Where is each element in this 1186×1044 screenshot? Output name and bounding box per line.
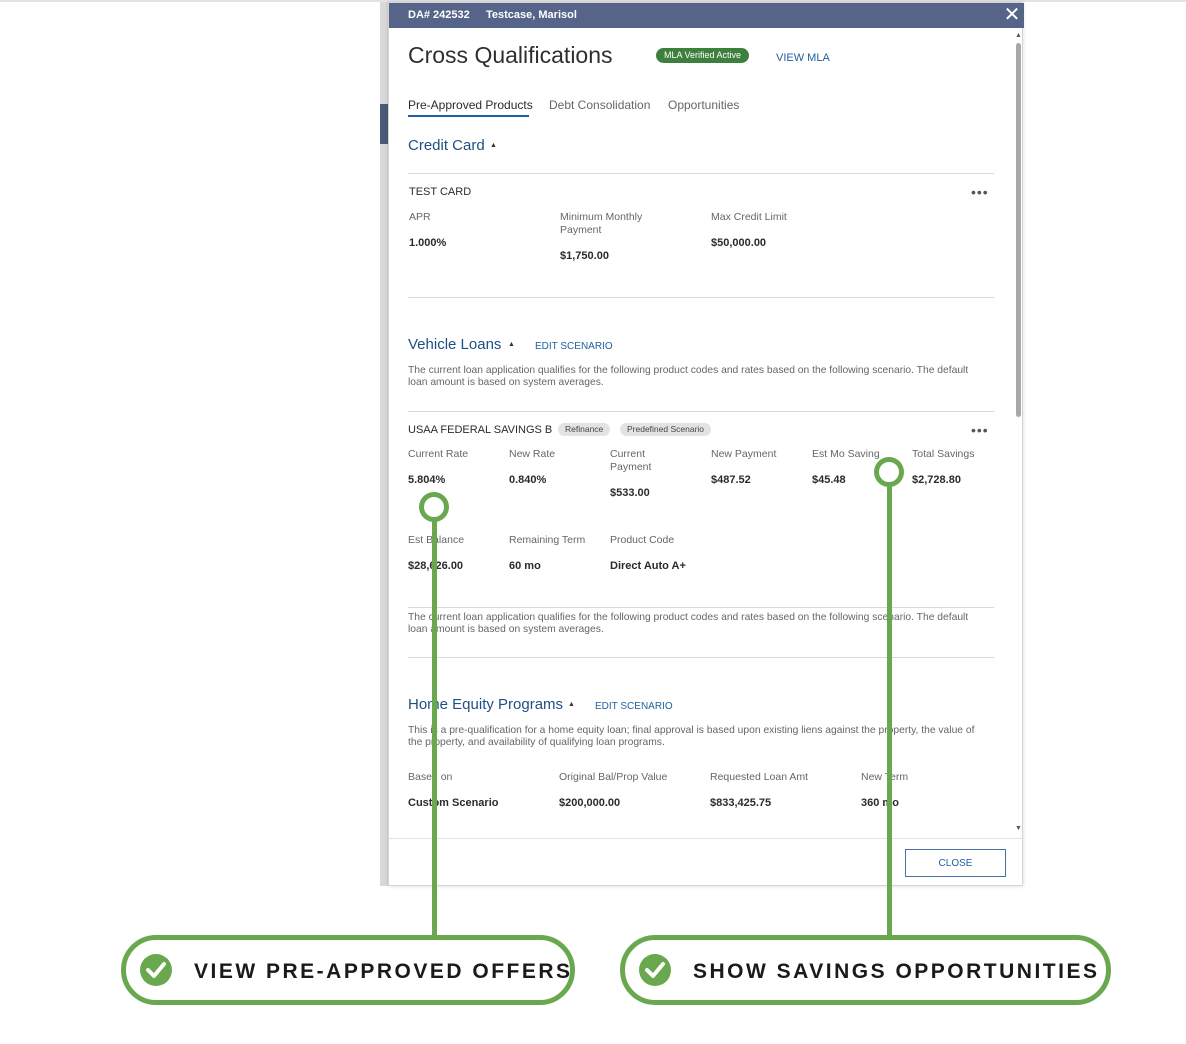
field-label: Product Code <box>610 534 675 546</box>
close-button[interactable]: CLOSE <box>905 849 1006 877</box>
divider <box>408 657 994 658</box>
cross-qualifications-modal: DA# 242532 Testcase, Marisol ✕ Cross Qua… <box>388 2 1024 886</box>
field-value: $50,000.00 <box>711 237 767 249</box>
field-label: Est Mo Saving <box>812 448 880 460</box>
check-circle-icon <box>140 954 172 986</box>
field-value: 5.804% <box>408 474 446 486</box>
field-label: Max Credit Limit <box>711 211 787 223</box>
divider <box>408 607 994 608</box>
field-value: $2,728.80 <box>912 474 961 486</box>
modal-header: DA# 242532 Testcase, Marisol ✕ <box>389 3 1024 28</box>
field-value: $1,750.00 <box>560 250 609 262</box>
field-label: Remaining Term <box>509 534 586 546</box>
field-value: 360 mo <box>861 797 899 809</box>
vehicle-loans-section-title[interactable]: Vehicle Loans <box>408 336 501 353</box>
field-value: $487.52 <box>711 474 751 486</box>
tab-pre-approved-products[interactable]: Pre-Approved Products <box>408 98 533 112</box>
collapse-caret-icon[interactable]: ▲ <box>490 142 497 149</box>
field-value: $833,425.75 <box>710 797 772 809</box>
check-circle-icon <box>639 954 671 986</box>
more-options-icon[interactable]: ••• <box>971 422 989 438</box>
edit-scenario-link[interactable]: EDIT SCENARIO <box>595 701 673 712</box>
tag-badge: Predefined Scenario <box>620 423 712 436</box>
field-value: 0.840% <box>509 474 547 486</box>
scrollbar[interactable]: ▲ ▼ <box>1013 32 1023 836</box>
page: DA# 242532 Testcase, Marisol ✕ Cross Qua… <box>0 0 1186 1044</box>
applicant-name: Testcase, Marisol <box>486 9 577 21</box>
field-label: Minimum Monthly Payment <box>560 211 643 236</box>
scroll-down-icon[interactable]: ▼ <box>1015 825 1022 832</box>
callout-label: SHOW SAVINGS OPPORTUNITIES <box>693 960 1100 983</box>
tag-badge: Refinance <box>558 423 611 436</box>
divider <box>408 297 994 298</box>
tab-opportunities[interactable]: Opportunities <box>668 98 739 112</box>
vehicle-loans-description: The current loan application qualifies f… <box>408 365 969 388</box>
field-value: $200,000.00 <box>559 797 621 809</box>
field-value: $533.00 <box>610 487 650 499</box>
scrollbar-thumb[interactable] <box>1016 43 1021 417</box>
home-equity-description: This is a pre-qualification for a home e… <box>408 725 975 748</box>
divider <box>408 411 994 412</box>
field-value: 60 mo <box>509 560 541 572</box>
field-label: Based on <box>408 771 453 783</box>
mla-status-badge: MLA Verified Active <box>656 48 750 63</box>
view-mla-link[interactable]: VIEW MLA <box>776 52 830 64</box>
vehicle-loans-description-2: The current loan application qualifies f… <box>408 612 969 635</box>
close-icon[interactable]: ✕ <box>1002 5 1022 25</box>
callout-savings-opportunities: SHOW SAVINGS OPPORTUNITIES <box>620 935 1111 1005</box>
field-label: New Term <box>861 771 909 783</box>
field-label: Original Bal/Prop Value <box>559 771 668 783</box>
field-label: Requested Loan Amt <box>710 771 809 783</box>
footer-divider <box>389 838 1024 839</box>
annotation-ring-marker <box>419 492 449 522</box>
collapse-caret-icon[interactable]: ▲ <box>568 701 575 708</box>
active-tab-indicator <box>408 115 529 117</box>
field-value: $45.48 <box>812 474 846 486</box>
credit-card-product-name: TEST CARD <box>409 186 472 198</box>
field-value: Direct Auto A+ <box>610 560 686 572</box>
scroll-up-icon[interactable]: ▲ <box>1015 32 1022 39</box>
annotation-ring-marker <box>874 457 904 487</box>
field-label: Current Rate <box>408 448 469 460</box>
modal-body[interactable]: Cross Qualifications MLA Verified Active… <box>389 28 1024 838</box>
tab-bar: Pre-Approved Products Debt Consolidation… <box>408 98 994 120</box>
vehicle-loan-product-name: USAA FEDERAL SAVINGS B <box>408 424 553 436</box>
field-value: 1.000% <box>409 237 447 249</box>
credit-card-section-title[interactable]: Credit Card <box>408 137 485 154</box>
edit-scenario-link[interactable]: EDIT SCENARIO <box>535 341 613 352</box>
annotation-connector-line <box>432 508 437 940</box>
divider <box>408 173 994 174</box>
field-label: New Rate <box>509 448 556 460</box>
collapse-caret-icon[interactable]: ▲ <box>508 341 515 348</box>
more-options-icon[interactable]: ••• <box>971 184 989 200</box>
da-number: DA# 242532 <box>408 9 470 21</box>
callout-label: VIEW PRE-APPROVED OFFERS <box>194 960 573 983</box>
field-label: APR <box>409 211 431 223</box>
field-label: Current Payment <box>610 448 652 473</box>
page-title: Cross Qualifications <box>408 42 613 68</box>
annotation-connector-line <box>887 473 892 940</box>
field-value: Custom Scenario <box>408 797 499 809</box>
callout-pre-approved-offers: VIEW PRE-APPROVED OFFERS <box>121 935 575 1005</box>
tab-debt-consolidation[interactable]: Debt Consolidation <box>549 98 650 112</box>
field-label: New Payment <box>711 448 777 460</box>
field-label: Total Savings <box>912 448 975 460</box>
